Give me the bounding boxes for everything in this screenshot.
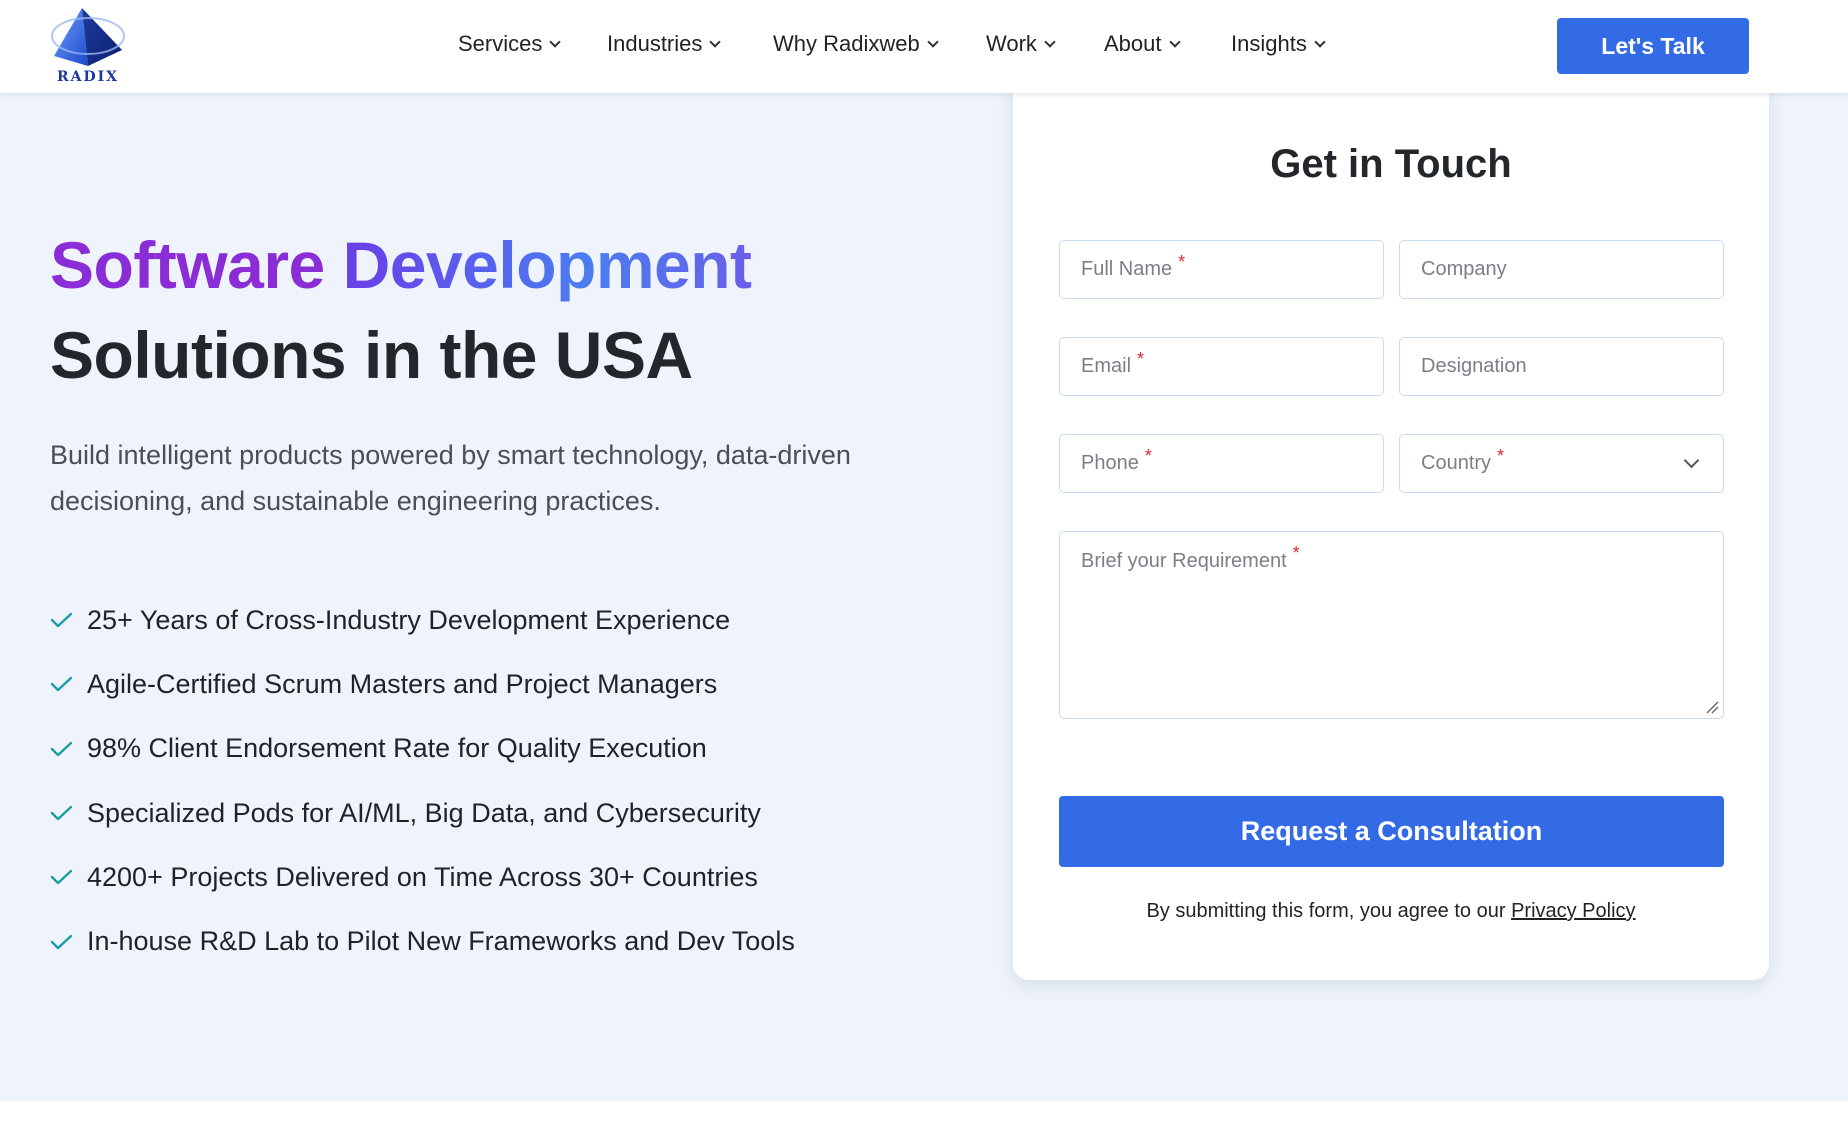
- check-icon: [50, 805, 73, 821]
- nav-item-label: About: [1104, 31, 1162, 56]
- designation-placeholder: Designation: [1421, 355, 1527, 377]
- email-placeholder: Email: [1081, 355, 1132, 377]
- check-icon: [50, 677, 73, 692]
- nav-item-label: Why Radixweb: [773, 31, 920, 56]
- nav-item-label: Insights: [1231, 31, 1307, 56]
- nav-item-work[interactable]: Work: [986, 31, 1056, 57]
- nav-item-insights[interactable]: Insights: [1231, 31, 1326, 57]
- feature-item: In-house R&D Lab to Pilot New Frameworks…: [50, 909, 795, 973]
- full-name-field[interactable]: Full Name *: [1059, 240, 1384, 299]
- logo-wordmark: RADIX: [56, 69, 120, 85]
- contact-form-card: Get in Touch Full Name * Company Email *…: [1013, 80, 1769, 980]
- feature-text: 98% Client Endorsement Rate for Quality …: [87, 733, 707, 764]
- lets-talk-button[interactable]: Let's Talk: [1557, 18, 1749, 74]
- feature-item: 25+ Years of Cross-Industry Development …: [50, 588, 795, 652]
- hero-title-line-2: Solutions in the USA: [50, 318, 693, 392]
- feature-item: 4200+ Projects Delivered on Time Across …: [50, 845, 795, 909]
- check-icon: [50, 741, 73, 756]
- hero-title-word-1: Software: [50, 228, 325, 302]
- required-mark: *: [1144, 446, 1152, 466]
- pyramid-logo-icon: [51, 8, 125, 66]
- phone-field[interactable]: Phone *: [1059, 434, 1384, 493]
- hero-title-word-2: Development: [342, 228, 752, 302]
- required-mark: *: [1178, 252, 1186, 272]
- nav-item-label: Services: [458, 31, 543, 56]
- chevron-down-icon: [1314, 35, 1326, 48]
- designation-field[interactable]: Designation: [1399, 337, 1724, 396]
- hero-title: Software Development Solutions in the US…: [50, 220, 752, 400]
- nav-item-services[interactable]: Services: [458, 31, 562, 57]
- company-placeholder: Company: [1421, 258, 1507, 280]
- phone-placeholder: Phone: [1081, 452, 1139, 474]
- required-mark: *: [1292, 543, 1300, 563]
- required-mark: *: [1497, 446, 1505, 466]
- full-name-placeholder: Full Name: [1081, 258, 1173, 280]
- privacy-policy-link[interactable]: Privacy Policy: [1511, 900, 1635, 922]
- feature-item: Specialized Pods for AI/ML, Big Data, an…: [50, 781, 795, 845]
- chevron-down-icon: [1044, 35, 1056, 48]
- chevron-down-icon: [1683, 452, 1700, 469]
- feature-item: Agile-Certified Scrum Masters and Projec…: [50, 652, 795, 716]
- nav-item-industries[interactable]: Industries: [607, 31, 722, 57]
- nav-item-why-radixweb[interactable]: Why Radixweb: [773, 31, 939, 57]
- chevron-down-icon: [927, 35, 939, 48]
- check-icon: [50, 870, 73, 885]
- site-header: RADIX Services Industries Why Radixweb W…: [0, 0, 1848, 93]
- form-title: Get in Touch: [1270, 142, 1512, 186]
- chevron-down-icon: [1168, 35, 1181, 48]
- requirement-textarea[interactable]: Brief your Requirement *: [1059, 531, 1724, 719]
- feature-text: 4200+ Projects Delivered on Time Across …: [87, 861, 758, 892]
- hero-subtitle: Build intelligent products powered by sm…: [50, 440, 851, 516]
- nav-item-label: Work: [986, 31, 1037, 56]
- feature-text: 25+ Years of Cross-Industry Development …: [87, 604, 731, 635]
- check-icon: [50, 934, 73, 949]
- feature-item: 98% Client Endorsement Rate for Quality …: [50, 717, 795, 781]
- nav-item-about[interactable]: About: [1104, 31, 1181, 57]
- check-icon: [50, 612, 73, 628]
- nav-item-label: Industries: [607, 31, 703, 56]
- country-select[interactable]: Country *: [1399, 434, 1724, 493]
- company-field[interactable]: Company: [1399, 240, 1724, 299]
- radix-logo[interactable]: RADIX: [48, 6, 128, 86]
- required-mark: *: [1137, 349, 1145, 369]
- feature-text: In-house R&D Lab to Pilot New Frameworks…: [87, 926, 795, 957]
- chevron-down-icon: [709, 35, 722, 48]
- consent-label: By submitting this form, you agree to ou…: [1146, 900, 1506, 922]
- requirement-placeholder: Brief your Requirement: [1081, 550, 1287, 572]
- consent-text: By submitting this form, you agree to ou…: [1013, 900, 1769, 923]
- chevron-down-icon: [549, 35, 562, 48]
- email-field[interactable]: Email *: [1059, 337, 1384, 396]
- country-placeholder: Country: [1421, 452, 1492, 474]
- feature-list: 25+ Years of Cross-Industry Development …: [50, 588, 795, 974]
- feature-text: Specialized Pods for AI/ML, Big Data, an…: [87, 797, 761, 828]
- feature-text: Agile-Certified Scrum Masters and Projec…: [87, 668, 718, 699]
- request-consultation-button[interactable]: Request a Consultation: [1059, 796, 1724, 867]
- resize-grip-icon[interactable]: [1705, 700, 1719, 714]
